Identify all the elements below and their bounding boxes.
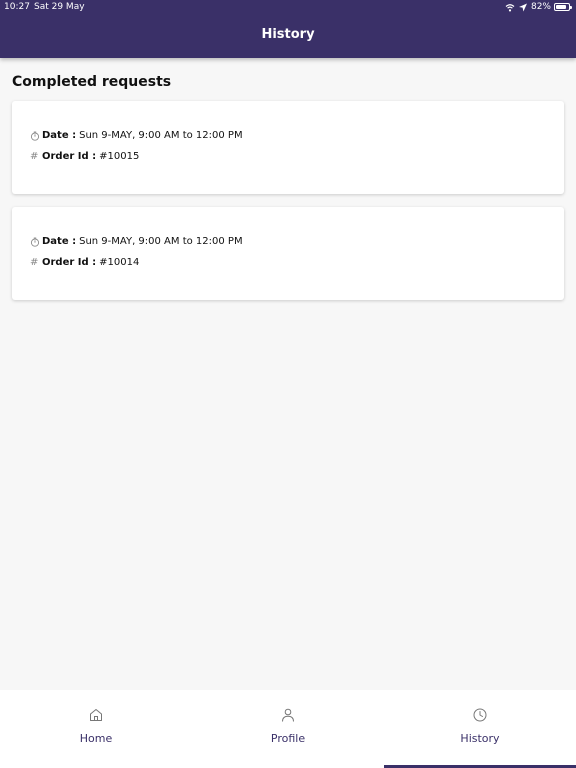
date-value: Sun 9-MAY, 9:00 AM to 12:00 PM (79, 130, 243, 141)
status-time: 10:27 (4, 2, 30, 12)
home-icon (90, 709, 102, 721)
status-indicators: 82% (505, 2, 572, 12)
nav-item-profile[interactable]: Profile (192, 690, 384, 768)
date-label: Date : (42, 130, 77, 141)
date-label: Date : (42, 236, 77, 247)
order-row: # Order Id : #10015 (30, 151, 139, 162)
battery-icon (554, 3, 572, 11)
battery-tip (570, 6, 572, 9)
date-row: Date : Sun 9-MAY, 9:00 AM to 12:00 PM (30, 236, 243, 247)
bottom-nav: Home Profile History (0, 690, 576, 768)
date-row: Date : Sun 9-MAY, 9:00 AM to 12:00 PM (30, 130, 243, 141)
nav-label-home: Home (79, 732, 113, 745)
nav-item-home[interactable]: Home (0, 690, 192, 768)
profile-icon (282, 708, 294, 722)
order-id-value: #10015 (99, 151, 140, 162)
hash-icon: # (30, 151, 39, 162)
section-title: Completed requests (12, 74, 172, 90)
nav-label-history: History (460, 732, 500, 745)
battery-fill (556, 5, 566, 9)
status-date: Sat 29 May (34, 2, 85, 12)
status-bar: 10:27 Sat 29 May 82% (0, 0, 576, 16)
page-title: History (261, 27, 315, 42)
date-value: Sun 9-MAY, 9:00 AM to 12:00 PM (79, 236, 243, 247)
request-card[interactable]: Date : Sun 9-MAY, 9:00 AM to 12:00 PM # … (12, 101, 564, 194)
order-row: # Order Id : #10014 (30, 257, 139, 268)
history-icon (473, 708, 487, 722)
app-header: 10:27 Sat 29 May 82% History (0, 0, 576, 58)
location-arrow-icon (518, 3, 527, 11)
timer-icon (30, 237, 40, 247)
order-id-label: Order Id : (42, 257, 97, 268)
hash-icon: # (30, 257, 39, 268)
order-id-label: Order Id : (42, 151, 97, 162)
timer-icon (30, 131, 40, 141)
nav-item-history[interactable]: History (384, 690, 576, 768)
nav-label-profile: Profile (270, 732, 306, 745)
request-card[interactable]: Date : Sun 9-MAY, 9:00 AM to 12:00 PM # … (12, 207, 564, 300)
wifi-icon (505, 3, 515, 11)
battery-percent: 82% (530, 2, 551, 12)
order-id-value: #10014 (99, 257, 140, 268)
